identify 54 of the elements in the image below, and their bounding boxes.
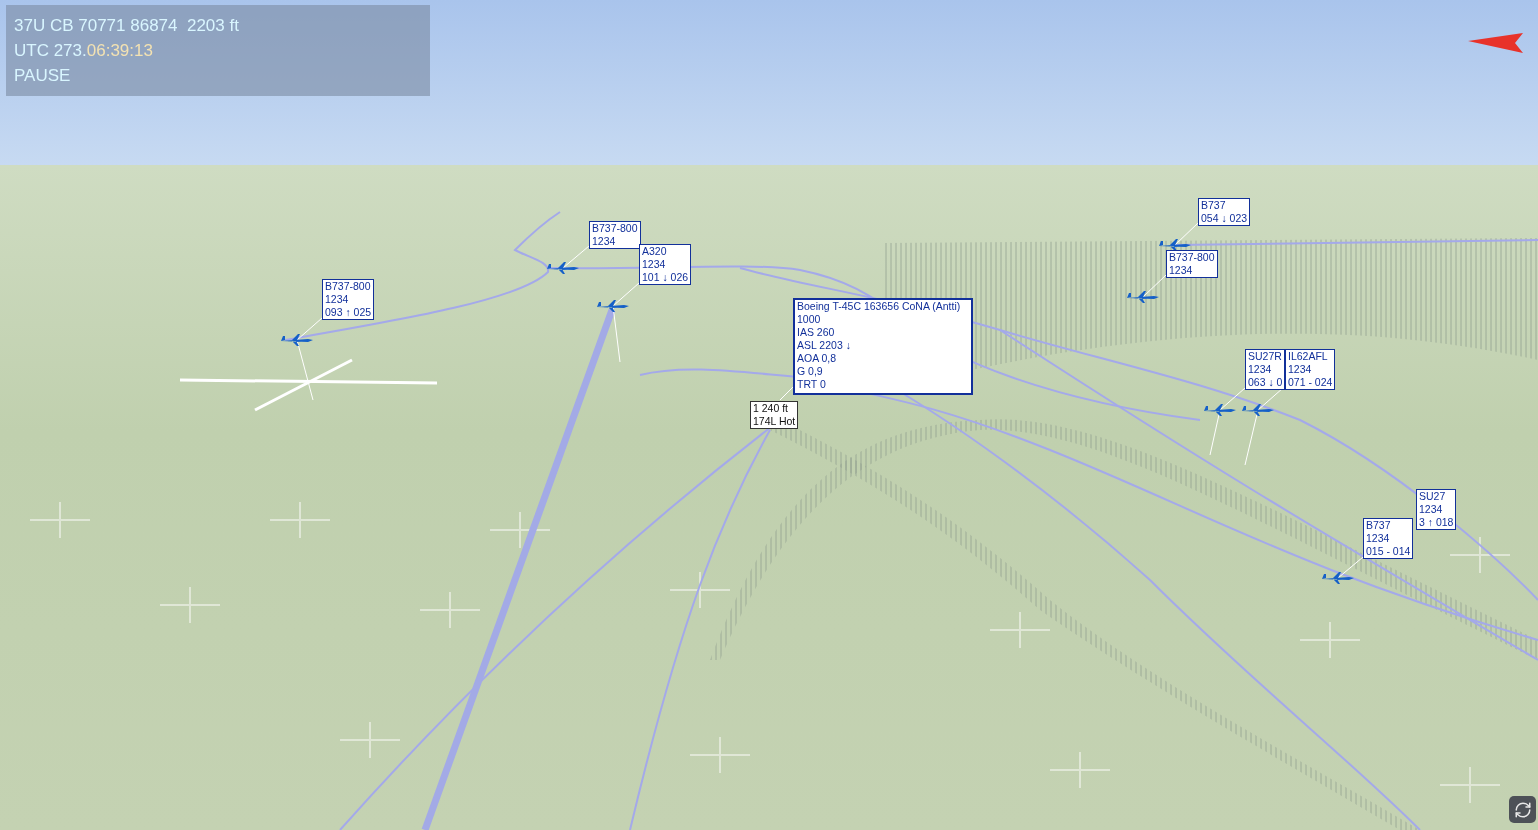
plane-icon[interactable] [596,299,630,313]
plane-icon[interactable] [1158,238,1192,252]
tag-line: A320 [642,245,668,258]
tag-line: 1000 [797,313,822,326]
aircraft-tag[interactable]: B737-800 1234 093 ↑ 025 [322,279,375,320]
aircraft-tag[interactable]: B737-800 1234 [589,221,641,249]
tag-line: G 0,9 [797,365,824,378]
tag-line: B737 [1201,199,1227,212]
refresh-icon [1513,800,1532,819]
tag-line: 1234 [325,293,350,306]
tag-line: 1234 [642,258,667,271]
tag-line: Boeing T-45C 163656 CoNA (Antti) [797,300,962,313]
tag-line: B737-800 [325,280,372,293]
tag-line: 063 ↓ 0 [1248,376,1283,389]
aircraft-tag[interactable]: IL62AFL 1234 071 - 024 [1285,349,1336,390]
tag-line: 1 240 ft [753,402,790,415]
tag-line: 174L Hot [753,415,796,428]
tag-line: B737 [1366,519,1392,532]
aircraft-tag[interactable]: B737 1234 015 - 014 [1363,518,1414,559]
tag-line: 1234 [1169,264,1194,277]
tag-line: 1234 [1248,363,1273,376]
tag-line: IAS 260 [797,326,836,339]
plane-icon[interactable] [1203,403,1237,417]
tag-line: TRT 0 [797,378,827,391]
tag-line: 054 ↓ 023 [1201,212,1248,225]
tag-line: ASL 2203 ↓ [797,339,852,352]
tag-line: 1234 [592,235,617,248]
tag-line: 1234 [1419,503,1444,516]
tag-line: B737-800 [592,222,638,235]
tag-line: AOA 0,8 [797,352,838,365]
tag-line: 093 ↑ 025 [325,306,372,319]
aircraft-tag[interactable]: SU27 1234 3 ↑ 018 [1416,489,1457,530]
tag-line: IL62AFL [1288,350,1329,363]
plane-icon[interactable] [546,261,580,275]
reset-view-button[interactable] [1509,796,1536,823]
altitude-tag[interactable]: 1 240 ft 174L Hot [750,401,799,429]
utc-readout: UTC 273.06:39:13 [14,40,154,62]
tag-line: B737-800 [1169,251,1215,264]
aircraft-tag[interactable]: A320 1234 101 ↓ 026 [639,244,692,285]
tag-line: 101 ↓ 026 [642,271,689,284]
aircraft-tag[interactable]: SU27R 1234 063 ↓ 0 [1245,349,1286,390]
tag-line: 1234 [1366,532,1391,545]
aircraft-tag[interactable]: B737 054 ↓ 023 [1198,198,1251,226]
aircraft-tag[interactable]: B737-800 1234 [1166,250,1218,278]
tag-line: 015 - 014 [1366,545,1411,558]
tag-line: SU27 [1419,490,1447,503]
tag-line: 071 - 024 [1288,376,1333,389]
aircraft-tag[interactable]: Boeing T-45C 163656 CoNA (Antti) 1000 IAS 260 ASL 2203 ↓ AOA 0,8 G 0,9 TRT 0 [793,298,973,395]
tag-line: 1234 [1288,363,1313,376]
mode-readout: PAUSE [14,65,72,87]
tag-line: 3 ↑ 018 [1419,516,1454,529]
tag-line: SU27R [1248,350,1283,363]
compass-arrow-icon [1468,32,1524,54]
position-readout: 37U CB 70771 86874 2203 ft [14,15,240,37]
